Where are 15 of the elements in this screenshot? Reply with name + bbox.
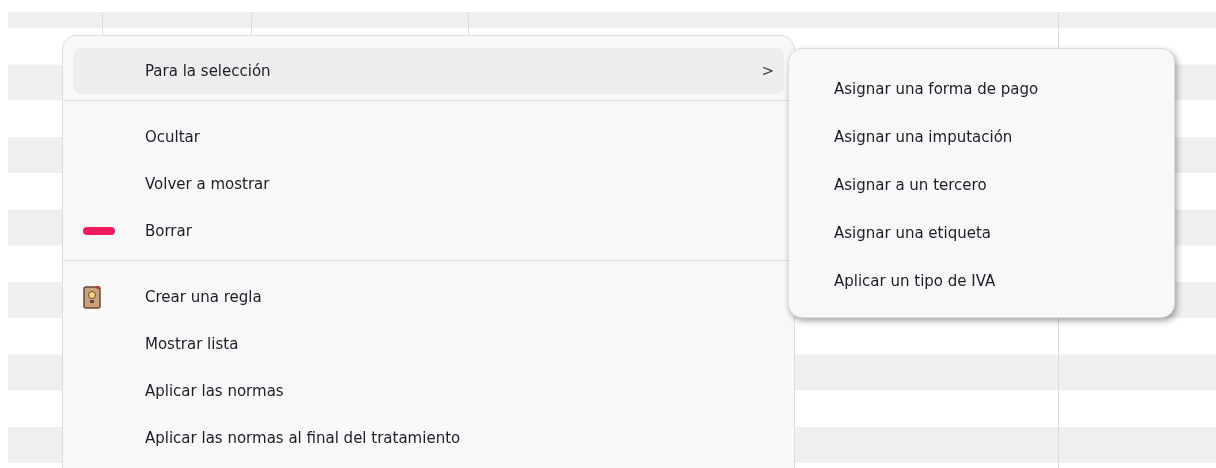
menu-item[interactable]: Crear una regla (73, 273, 784, 320)
menu-item[interactable]: Aplicar las normas al final del tratamiento (73, 414, 784, 461)
menu-item[interactable]: Aplicar un tipo de IVA (834, 257, 996, 305)
menu-item[interactable]: Asignar una imputación (834, 113, 1013, 161)
menu-item[interactable]: Para la selección > (73, 48, 784, 94)
menu-item[interactable]: Asignar a un tercero (834, 161, 987, 209)
menu-item[interactable]: Asignar una etiqueta (834, 209, 991, 257)
book-icon (83, 284, 101, 309)
minus-icon (83, 226, 115, 235)
menu-item[interactable]: Volver a mostrar (73, 160, 784, 207)
menu-item[interactable]: Ocultar (73, 113, 784, 160)
menu-item[interactable]: Aplicar las normas (73, 367, 784, 414)
menu-item[interactable]: Borrar (73, 207, 784, 254)
menu-item[interactable]: Mostrar lista (73, 320, 784, 367)
menu-item[interactable]: Asignar una forma de pago (834, 65, 1039, 113)
